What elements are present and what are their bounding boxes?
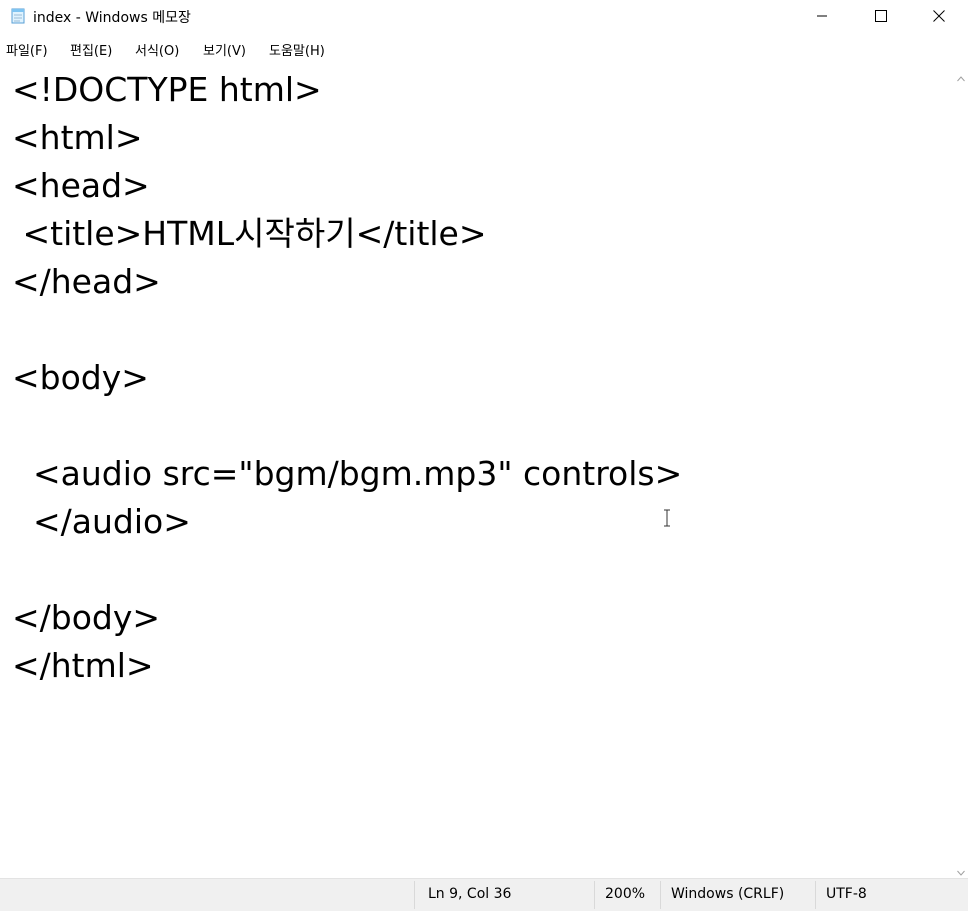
title-bar[interactable]: index - Windows 메모장 [0, 0, 968, 32]
editor-line: </head> [12, 262, 161, 301]
status-separator [815, 881, 816, 909]
scroll-up-icon[interactable] [957, 68, 965, 82]
menu-help[interactable]: 도움말(H) [269, 40, 325, 59]
status-bar: Ln 9, Col 36 200% Windows (CRLF) UTF-8 [0, 878, 968, 911]
notepad-icon [10, 8, 26, 24]
editor-line: </html> [12, 646, 154, 685]
maximize-icon [875, 7, 887, 26]
minimize-button[interactable] [792, 0, 852, 32]
maximize-button[interactable] [851, 0, 911, 32]
menu-bar: 파일(F) 편집(E) 서식(O) 보기(V) 도움말(H) [0, 36, 968, 60]
menu-file[interactable]: 파일(F) [6, 40, 48, 59]
status-cursor-position: Ln 9, Col 36 [428, 886, 512, 902]
window-title: index - Windows 메모장 [33, 10, 191, 26]
close-button[interactable] [910, 0, 968, 32]
status-separator [414, 881, 415, 909]
close-icon [933, 7, 945, 26]
status-line-ending: Windows (CRLF) [671, 886, 785, 902]
status-separator [594, 881, 595, 909]
status-zoom: 200% [605, 886, 646, 902]
editor-line: <html> [12, 118, 143, 157]
vertical-scrollbar[interactable] [954, 62, 968, 876]
editor-line: <head> [12, 166, 150, 205]
text-cursor-icon [662, 508, 672, 528]
editor-line: </body> [12, 598, 161, 637]
editor-line: <body> [12, 358, 149, 397]
status-encoding: UTF-8 [826, 886, 867, 902]
scroll-down-icon[interactable] [957, 862, 965, 876]
menu-format[interactable]: 서식(O) [135, 40, 179, 59]
text-editor[interactable]: <!DOCTYPE html> <html> <head> <title>HTM… [0, 62, 954, 876]
editor-line: <title>HTML시작하기</title> [12, 214, 487, 253]
editor-line: <!DOCTYPE html> [12, 70, 322, 109]
editor-line: <audio src="bgm/bgm.mp3" controls> [12, 454, 683, 493]
menu-edit[interactable]: 편집(E) [70, 40, 112, 59]
editor-line: </audio> [12, 502, 191, 541]
menu-view[interactable]: 보기(V) [203, 40, 246, 59]
status-separator [660, 881, 661, 909]
minimize-icon [816, 7, 828, 26]
